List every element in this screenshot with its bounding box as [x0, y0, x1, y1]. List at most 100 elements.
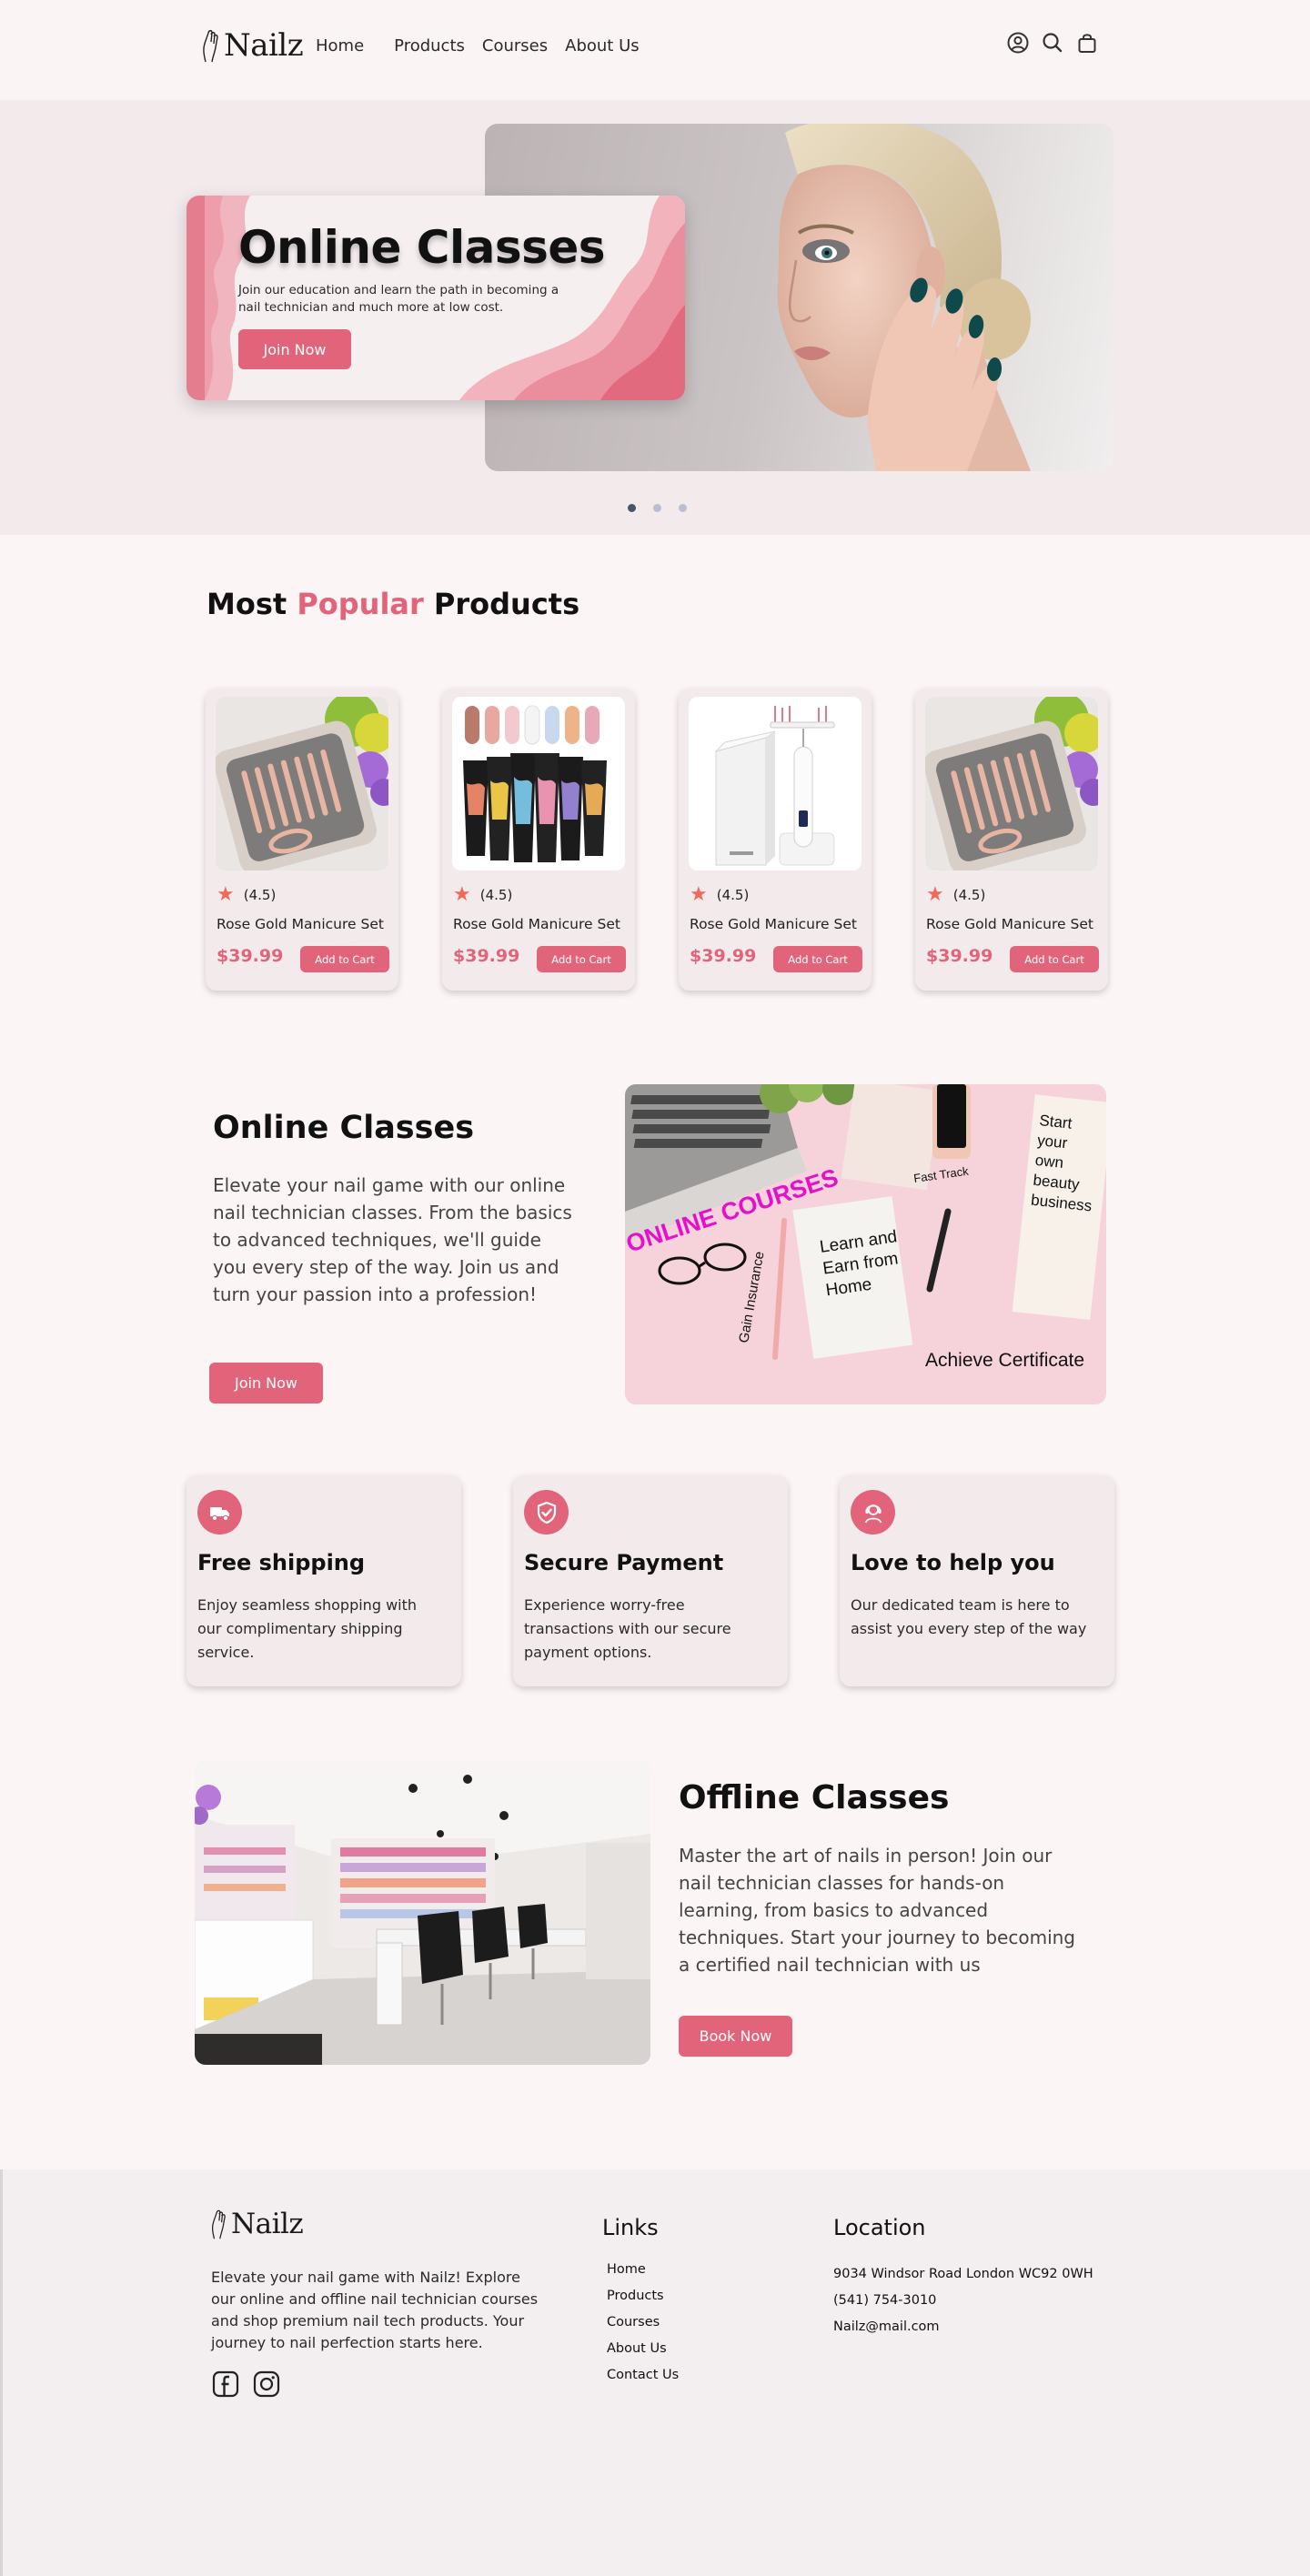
top-navigation: Nailz Home Products Courses About Us — [0, 0, 1310, 100]
nav-link-home[interactable]: Home — [316, 36, 364, 55]
footer-link-home[interactable]: Home — [607, 2260, 679, 2287]
footer-links-heading: Links — [602, 2215, 659, 2240]
product-name[interactable]: Rose Gold Manicure Set — [217, 916, 384, 932]
delivery-truck-icon — [197, 1490, 242, 1535]
star-icon: ★ — [926, 883, 944, 906]
main-menu: Home Products Courses About Us — [316, 36, 640, 55]
feature-card-shipping: Free shipping Enjoy seamless shopping wi… — [186, 1475, 461, 1686]
feature-description: Enjoy seamless shopping with our complim… — [197, 1596, 418, 1661]
heading-pre: Most — [207, 587, 297, 621]
hand-logo-icon — [203, 30, 218, 63]
product-card[interactable]: ★ (4.5) Rose Gold Manicure Set $39.99 Ad… — [442, 689, 635, 991]
footer-about-text: Elevate your nail game with Nailz! Explo… — [211, 2269, 539, 2351]
feature-description: Our dedicated team is here to assist you… — [851, 1596, 1087, 1637]
footer-link-contact-us[interactable]: Contact Us — [607, 2366, 679, 2392]
salon-interior-illustration — [195, 1761, 650, 2065]
nav-link-courses[interactable]: Courses — [482, 36, 548, 55]
product-card[interactable]: ★ (4.5) Rose Gold Manicure Set $39.99 Ad… — [915, 689, 1108, 991]
offline-classes-title: Offline Classes — [679, 1779, 950, 1816]
product-image-polygel-tubes[interactable] — [452, 697, 625, 870]
feature-title: Free shipping — [197, 1550, 366, 1575]
product-card[interactable]: ★ (4.5) Rose Gold Manicure Set $39.99 Ad… — [206, 689, 398, 991]
support-agent-icon — [851, 1490, 895, 1535]
product-name[interactable]: Rose Gold Manicure Set — [690, 916, 857, 932]
product-name[interactable]: Rose Gold Manicure Set — [453, 916, 620, 932]
user-icon[interactable] — [1006, 31, 1030, 55]
footer-links-list: Home Products Courses About Us Contact U… — [607, 2260, 679, 2392]
online-classes-description: Elevate your nail game with our online n… — [213, 1174, 572, 1305]
footer-link-about-us[interactable]: About Us — [607, 2340, 679, 2366]
feature-title: Love to help you — [851, 1550, 1055, 1575]
manicure-set-illustration — [216, 697, 388, 870]
hero-promo-card: Online Classes Join our education and le… — [186, 196, 685, 400]
star-icon: ★ — [690, 883, 708, 906]
footer-logo[interactable]: Nailz — [209, 2208, 304, 2240]
offline-classes-description: Master the art of nails in person! Join … — [679, 1845, 1075, 1976]
rating-value: (4.5) — [716, 887, 750, 903]
carousel-dot-1[interactable] — [628, 504, 636, 512]
product-image-manicure-set[interactable] — [925, 697, 1098, 870]
search-icon[interactable] — [1041, 31, 1064, 55]
heading-post: Products — [423, 587, 580, 621]
nav-link-products[interactable]: Products — [394, 36, 465, 55]
hand-logo-icon — [211, 2209, 226, 2239]
logo-text: Nailz — [224, 27, 304, 64]
product-rating: ★ (4.5) — [217, 885, 276, 905]
footer-link-products[interactable]: Products — [607, 2287, 679, 2313]
footer-address: 9034 Windsor Road London WC92 0WH — [833, 2267, 1093, 2281]
achieve-certificate-text: Achieve Certificate — [925, 1350, 1084, 1371]
salon-photo — [195, 1761, 650, 2065]
hero-description: Join our education and learn the path in… — [238, 283, 559, 315]
footer-location-heading: Location — [833, 2215, 926, 2240]
logo[interactable]: Nailz — [200, 27, 304, 64]
footer-link-courses[interactable]: Courses — [607, 2313, 679, 2340]
footer-phone: (541) 754-3010 — [833, 2293, 937, 2308]
carousel-dots — [628, 504, 687, 512]
product-price: $39.99 — [217, 946, 284, 966]
footer-logo-text: Nailz — [231, 2208, 304, 2240]
rating-value: (4.5) — [952, 887, 986, 903]
add-to-cart-button[interactable]: Add to Cart — [1010, 946, 1099, 972]
product-price: $39.99 — [926, 946, 993, 966]
footer-location-details: 9034 Windsor Road London WC92 0WH (541) … — [833, 2265, 1093, 2344]
polygel-tubes-illustration — [452, 697, 625, 870]
product-rating: ★ (4.5) — [690, 885, 749, 905]
book-now-button[interactable]: Book Now — [679, 2016, 792, 2057]
hero-join-now-button[interactable]: Join Now — [238, 329, 351, 369]
nail-drill-illustration — [689, 697, 862, 870]
popular-products-heading: Most Popular Products — [207, 587, 579, 621]
add-to-cart-button[interactable]: Add to Cart — [300, 946, 389, 972]
footer-email: Nailz@mail.com — [833, 2319, 940, 2334]
star-icon: ★ — [453, 883, 471, 906]
product-rating: ★ (4.5) — [453, 885, 512, 905]
heading-accent: Popular — [297, 587, 424, 621]
product-name[interactable]: Rose Gold Manicure Set — [926, 916, 1093, 932]
nav-link-about-us[interactable]: About Us — [565, 36, 640, 55]
product-card[interactable]: ★ (4.5) Rose Gold Manicure Set $39.99 Ad… — [679, 689, 872, 991]
carousel-dot-3[interactable] — [679, 504, 687, 512]
instagram-icon[interactable] — [252, 2370, 281, 2399]
manicure-set-illustration — [925, 697, 1098, 870]
product-rating: ★ (4.5) — [926, 885, 985, 905]
add-to-cart-button[interactable]: Add to Cart — [537, 946, 626, 972]
star-icon: ★ — [217, 883, 235, 906]
hero-title: Online Classes — [238, 221, 606, 274]
online-classes-join-button[interactable]: Join Now — [209, 1363, 323, 1404]
rating-value: (4.5) — [479, 887, 513, 903]
product-price: $39.99 — [690, 946, 757, 966]
product-image-nail-drill[interactable] — [689, 697, 862, 870]
carousel-dot-2[interactable] — [653, 504, 661, 512]
add-to-cart-button[interactable]: Add to Cart — [773, 946, 862, 972]
shopping-bag-icon[interactable] — [1075, 31, 1099, 55]
online-classes-title: Online Classes — [213, 1110, 475, 1146]
feature-card-support: Love to help you Our dedicated team is h… — [840, 1475, 1114, 1686]
product-price: $39.99 — [453, 946, 520, 966]
feature-card-secure-payment: Secure Payment Experience worry-free tra… — [513, 1475, 788, 1686]
facebook-icon[interactable] — [211, 2370, 240, 2399]
online-courses-image: ONLINE COURSES Learn andEarn fromHome St… — [625, 1084, 1106, 1404]
feature-description: Experience worry-free transactions with … — [524, 1596, 731, 1661]
shield-check-icon — [524, 1490, 569, 1535]
desk-flatlay-illustration: ONLINE COURSES Learn andEarn fromHome St… — [625, 1084, 1106, 1404]
product-image-manicure-set[interactable] — [216, 697, 388, 870]
feature-title: Secure Payment — [524, 1550, 724, 1575]
